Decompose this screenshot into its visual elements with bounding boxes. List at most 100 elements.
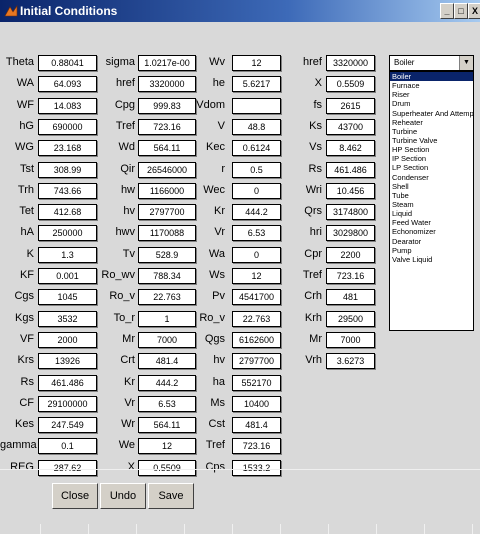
param-value-field[interactable]: 14.083 [38, 97, 97, 114]
param-value-field[interactable]: 0.1 [38, 438, 97, 455]
param-value-field[interactable]: 743.66 [38, 182, 97, 199]
param-value-field[interactable]: 12 [138, 438, 196, 455]
param-value-field[interactable]: 308.99 [38, 161, 97, 178]
param-value-field[interactable]: 5.6217 [232, 76, 281, 93]
param-value-field[interactable]: 12 [232, 55, 281, 71]
param-value-field[interactable]: 564.11 [138, 140, 196, 157]
param-value-field[interactable]: 287.62 [38, 459, 97, 476]
param-value-field[interactable]: 8.462 [326, 140, 375, 157]
param-value-field[interactable]: 481 [326, 289, 375, 306]
component-option[interactable]: IP Section [390, 154, 473, 163]
param-value-field[interactable]: 2200 [326, 246, 375, 263]
component-option[interactable]: Feed Water [390, 218, 473, 227]
param-value-field[interactable]: 13926 [38, 353, 97, 370]
param-value-field[interactable]: 12 [232, 268, 281, 284]
component-option[interactable]: LP Section [390, 163, 473, 172]
chevron-down-icon[interactable]: ▼ [459, 56, 473, 70]
component-option[interactable]: Turbine [390, 127, 473, 136]
param-value-field[interactable]: 3532 [38, 310, 97, 327]
param-value-field[interactable]: 444.2 [232, 204, 281, 221]
param-value-field[interactable]: 1 [138, 310, 196, 327]
param-value-field[interactable]: 564.11 [138, 417, 196, 434]
param-value-field[interactable]: 7000 [326, 331, 375, 348]
component-option[interactable]: Valve Liquid [390, 255, 473, 264]
param-value-field[interactable]: 48.8 [232, 118, 281, 135]
param-value-field[interactable]: 247.549 [38, 417, 97, 434]
param-value-field[interactable]: 1.0217e-00 [138, 55, 196, 71]
param-value-field[interactable]: 6.53 [232, 225, 281, 242]
component-option[interactable]: Superheater And Attemperator [390, 109, 473, 118]
param-value-field[interactable]: 0 [232, 182, 281, 199]
minimize-button[interactable]: _ [440, 3, 454, 19]
param-value-field[interactable]: 2615 [326, 97, 375, 114]
save-button[interactable]: Save [148, 483, 194, 509]
component-option[interactable]: Liquid [390, 209, 473, 218]
param-value-field[interactable]: 23.168 [38, 140, 97, 157]
param-value-field[interactable]: 10.456 [326, 182, 375, 199]
component-option[interactable]: Condenser [390, 173, 473, 182]
param-value-field[interactable]: 1166000 [138, 182, 196, 199]
param-value-field[interactable]: 0.88041 [38, 55, 97, 71]
param-value-field[interactable]: 3029800 [326, 225, 375, 242]
param-value-field[interactable]: 788.34 [138, 268, 196, 284]
component-option[interactable]: Furnace [390, 81, 473, 90]
component-option[interactable]: Echonomizer [390, 227, 473, 236]
param-value-field[interactable]: 3174800 [326, 204, 375, 221]
param-value-field[interactable]: 22.763 [232, 310, 281, 327]
param-value-field[interactable]: 3320000 [326, 55, 375, 71]
param-value-field[interactable]: 0.001 [38, 268, 97, 284]
param-value-field[interactable]: 7000 [138, 331, 196, 348]
param-value-field[interactable]: 250000 [38, 225, 97, 242]
param-value-field[interactable]: 528.9 [138, 246, 196, 263]
param-value-field[interactable]: 43700 [326, 118, 375, 135]
param-value-field[interactable]: 3.6273 [326, 353, 375, 370]
param-value-field[interactable]: 0.6124 [232, 140, 281, 157]
param-value-field[interactable]: 0 [232, 246, 281, 263]
param-value-field[interactable]: 22.763 [138, 289, 196, 306]
param-value-field[interactable]: 1170088 [138, 225, 196, 242]
param-value-field[interactable]: 6.53 [138, 395, 196, 412]
param-value-field[interactable]: 461.486 [326, 161, 375, 178]
component-listbox[interactable]: Boiler Furnace Riser Drum Superheater And At… [389, 71, 474, 331]
param-value-field[interactable]: 64.093 [38, 76, 97, 93]
component-option[interactable]: Boiler [390, 72, 473, 82]
param-value-field[interactable]: 6162600 [232, 331, 281, 348]
param-value-field[interactable]: 29500 [326, 310, 375, 327]
param-value-field[interactable]: 461.486 [38, 374, 97, 391]
param-value-field[interactable]: 26546000 [138, 161, 196, 178]
component-option[interactable]: Dearator [390, 237, 473, 246]
component-option[interactable]: Pump [390, 246, 473, 255]
component-option[interactable]: Steam [390, 200, 473, 209]
param-value-field[interactable]: 3320000 [138, 76, 196, 93]
param-value-field[interactable]: 0.5 [232, 161, 281, 178]
param-value-field[interactable]: 10400 [232, 395, 281, 412]
param-value-field[interactable]: 552170 [232, 374, 281, 391]
param-value-field[interactable]: 723.16 [232, 438, 281, 455]
param-value-field[interactable]: 999.83 [138, 97, 196, 114]
close-button[interactable]: Close [52, 483, 98, 509]
param-value-field[interactable]: 481.4 [232, 417, 281, 434]
param-value-field[interactable] [232, 97, 281, 114]
param-value-field[interactable]: 412.68 [38, 204, 97, 221]
component-option[interactable]: Riser [390, 90, 473, 99]
component-option[interactable]: Tube [390, 191, 473, 200]
param-value-field[interactable]: 2797700 [232, 353, 281, 370]
param-value-field[interactable]: 2797700 [138, 204, 196, 221]
component-option[interactable]: Shell [390, 182, 473, 191]
param-value-field[interactable]: 723.16 [138, 118, 196, 135]
param-value-field[interactable]: 1.3 [38, 246, 97, 263]
param-value-field[interactable]: 2000 [38, 331, 97, 348]
component-option[interactable]: Drum [390, 99, 473, 108]
param-value-field[interactable]: 4541700 [232, 289, 281, 306]
component-option[interactable]: Reheater [390, 118, 473, 127]
close-window-button[interactable]: X [468, 3, 480, 19]
component-option[interactable]: HP Section [390, 145, 473, 154]
param-value-field[interactable]: 444.2 [138, 374, 196, 391]
undo-button[interactable]: Undo [100, 483, 146, 509]
param-value-field[interactable]: 29100000 [38, 395, 97, 412]
param-value-field[interactable]: 0.5509 [326, 76, 375, 93]
param-value-field[interactable]: 0.5509 [138, 459, 196, 476]
param-value-field[interactable]: 690000 [38, 118, 97, 135]
param-value-field[interactable]: 723.16 [326, 268, 375, 284]
component-option[interactable]: Turbine Valve [390, 136, 473, 145]
